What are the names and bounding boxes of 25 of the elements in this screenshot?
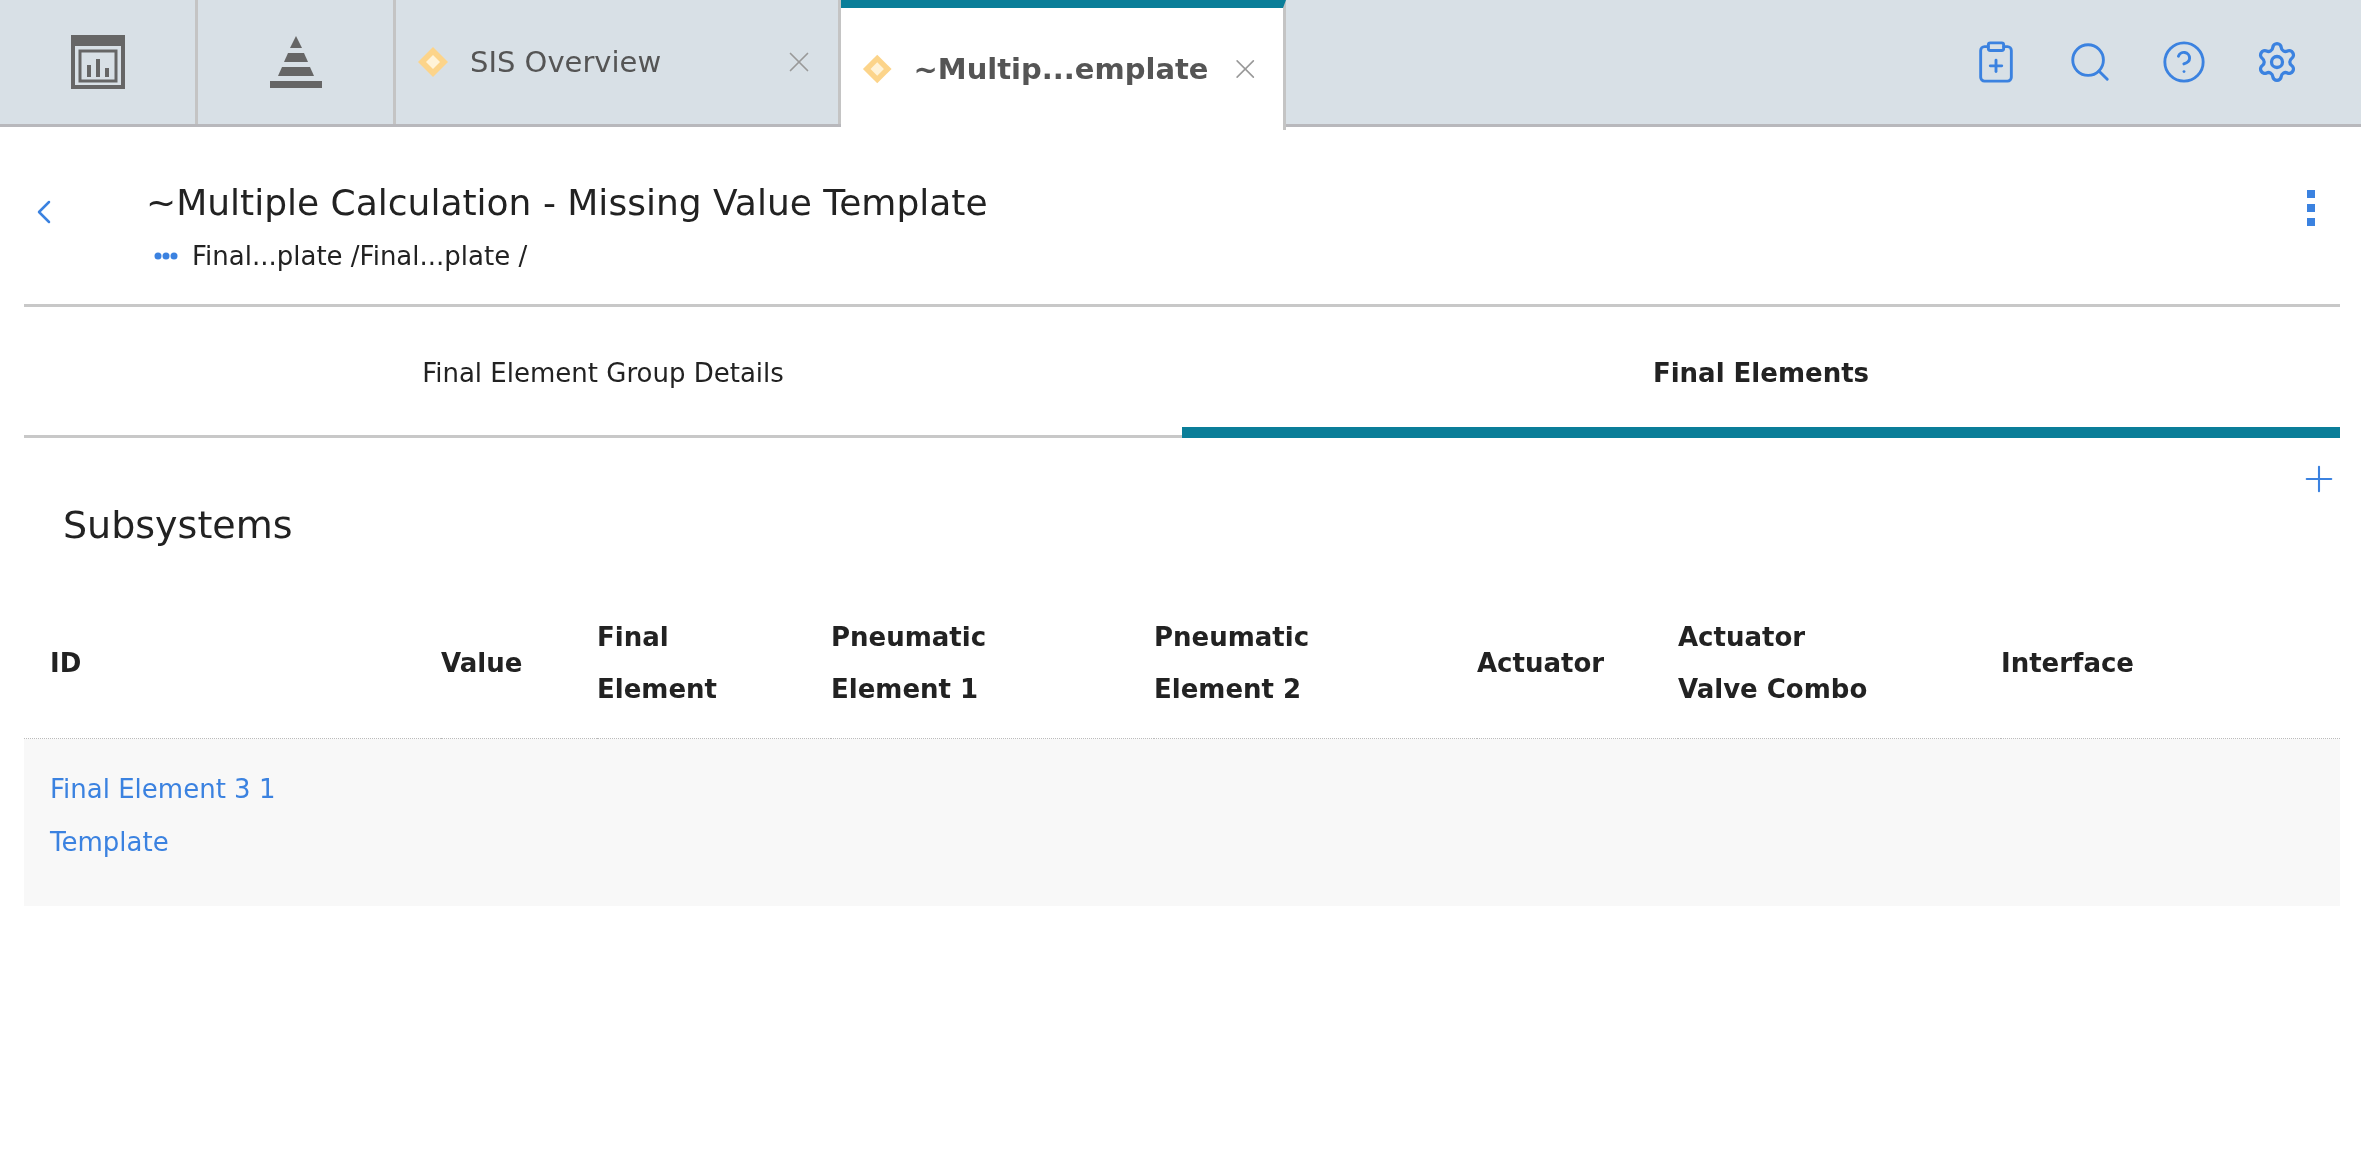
column-header[interactable]: Pneumatic Element 2 (1154, 611, 1354, 715)
diamond-icon (416, 45, 450, 79)
tab[interactable]: Final Element Group Details (24, 307, 1182, 438)
section-title: Subsystems (63, 503, 293, 549)
page-title: ~Multiple Calculation - Missing Value Template (146, 182, 989, 223)
column-header[interactable]: Actuator Valve Combo (1678, 611, 1878, 715)
column-header[interactable]: Interface (2001, 637, 2134, 689)
id-link[interactable]: Final Element 3 1 Template (50, 763, 300, 869)
pyramid-icon (267, 34, 324, 90)
column-header[interactable]: Pneumatic Element 1 (831, 611, 1031, 715)
dashboard-icon (70, 35, 125, 89)
help-button[interactable] (2161, 39, 2207, 85)
column-header[interactable]: ID (50, 637, 82, 689)
column-header[interactable]: Final Element (597, 611, 797, 715)
diamond-icon (861, 52, 894, 86)
document-tab[interactable]: ~Multip...emplate (841, 0, 1286, 130)
breadcrumb: Final...plate /Final...plate / (192, 241, 528, 271)
help-icon (2161, 39, 2207, 85)
kebab-menu-icon[interactable] (2306, 190, 2316, 226)
tab[interactable]: Final Elements (1182, 307, 2340, 438)
tab-label: SIS Overview (470, 45, 663, 79)
column-header[interactable]: Value (441, 637, 523, 689)
more-dots-icon[interactable] (154, 252, 178, 260)
column-header[interactable]: Actuator (1477, 637, 1605, 689)
tab-label: ~Multip...emplate (913, 52, 1209, 86)
